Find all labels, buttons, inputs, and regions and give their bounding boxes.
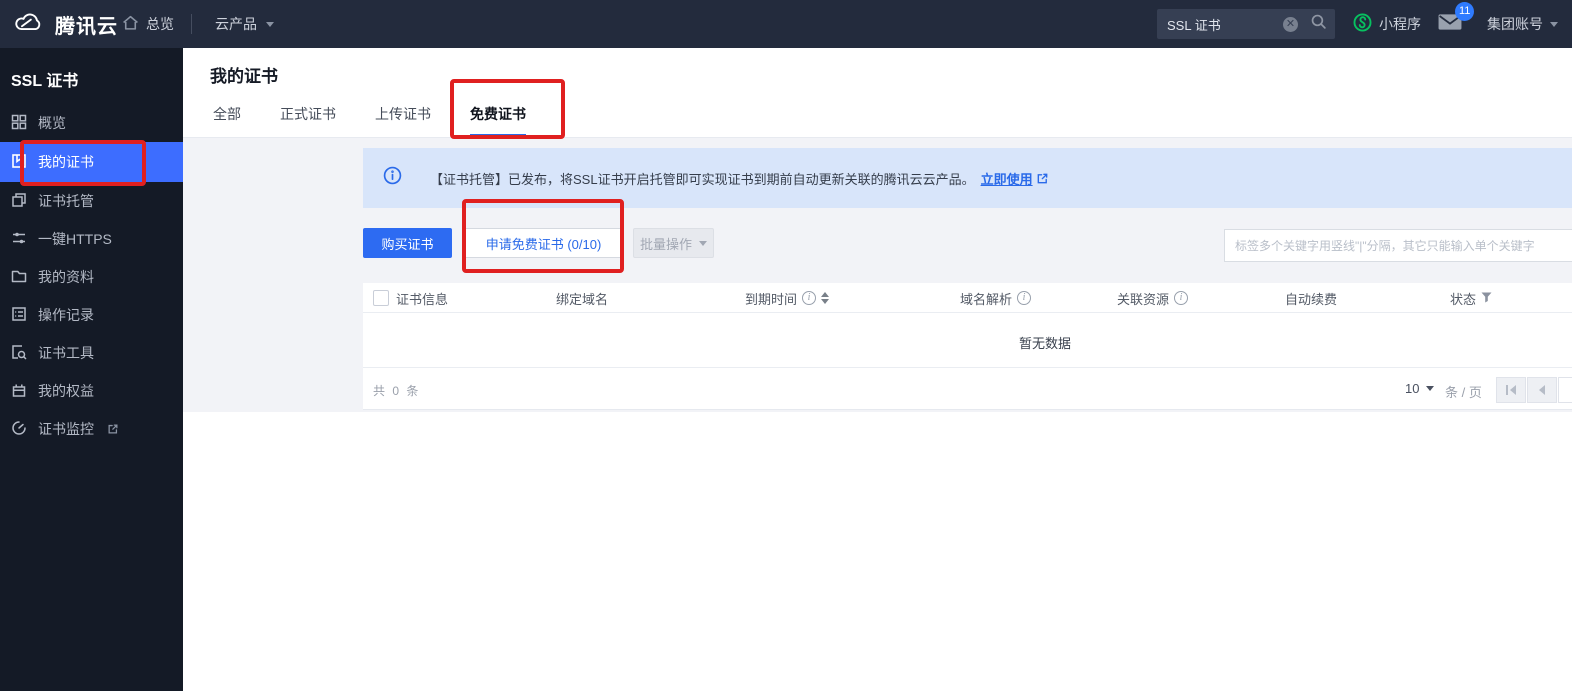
certificate-icon [11, 153, 27, 172]
global-search-box: ✕ [1157, 9, 1335, 39]
apply-free-certificate-button[interactable]: 申请免费证书 (0/10) [464, 228, 623, 258]
tab-free-certificates[interactable]: 免费证书 [470, 104, 526, 137]
account-menu[interactable]: 集团账号 [1487, 0, 1558, 48]
miniprogram-icon [1353, 13, 1372, 35]
sidebar-item-label: 我的证书 [38, 152, 94, 172]
certificates-table: 证书信息 绑定域名 到期时间 i 域名解析 i 关联资源 i 自动续费 [363, 283, 1572, 410]
column-expiry-time: 到期时间 i [745, 283, 829, 313]
empty-state-text: 暂无数据 [1019, 333, 1071, 352]
chevron-down-icon [1550, 22, 1558, 27]
sidebar-item-my-benefits[interactable]: 我的权益 [0, 372, 183, 410]
page-number-input[interactable] [1558, 377, 1572, 403]
banner-use-now-link[interactable]: 立即使用 [981, 169, 1033, 188]
previous-page-button[interactable] [1527, 377, 1557, 403]
info-banner: 【证书托管】已发布，将SSL证书开启托管即可实现证书到期前自动更新关联的腾讯云云… [363, 148, 1572, 208]
first-page-button[interactable] [1496, 377, 1526, 403]
info-icon[interactable]: i [1174, 291, 1188, 305]
sidebar-item-label: 我的资料 [38, 267, 94, 287]
column-domain-resolution: 域名解析 i [960, 283, 1031, 313]
message-count-badge: 11 [1455, 2, 1474, 21]
sliders-icon [11, 230, 27, 249]
sidebar-item-label: 概览 [38, 113, 66, 133]
global-search-input[interactable] [1167, 17, 1283, 32]
filter-funnel-icon[interactable] [1481, 291, 1492, 306]
sidebar-item-one-click-https[interactable]: 一键HTTPS [0, 220, 183, 258]
chevron-down-icon [699, 241, 707, 246]
column-associated-resources: 关联资源 i [1117, 283, 1188, 313]
chevron-down-icon [266, 22, 274, 27]
total-count-text: 共 0 条 [373, 382, 420, 399]
sidebar-title: SSL 证书 [0, 48, 183, 91]
sidebar-item-label: 证书工具 [38, 343, 94, 363]
sidebar-item-cert-monitor[interactable]: 证书监控 [0, 410, 183, 448]
tencent-cloud-console: 腾讯云 总览 云产品 ✕ [0, 0, 1572, 691]
column-status: 状态 [1450, 283, 1492, 313]
tab-paid-certificates[interactable]: 正式证书 [280, 104, 336, 137]
page-header: 我的证书 全部 正式证书 上传证书 免费证书 [183, 48, 1572, 138]
banner-message: 【证书托管】已发布，将SSL证书开启托管即可实现证书到期前自动更新关联的腾讯云云… [430, 169, 975, 188]
clear-search-icon[interactable]: ✕ [1283, 17, 1298, 32]
hosting-icon [11, 192, 27, 211]
pagination-bar: 共 0 条 10 条 / 页 [363, 368, 1572, 410]
info-icon[interactable]: i [802, 291, 816, 305]
page-size-value: 10 [1405, 381, 1419, 396]
column-auto-renewal: 自动续费 [1285, 283, 1337, 313]
select-all-checkbox[interactable] [373, 290, 389, 306]
home-icon [122, 14, 139, 34]
sidebar-item-label: 一键HTTPS [38, 229, 112, 249]
miniprogram-entry[interactable]: 小程序 [1353, 0, 1421, 48]
sidebar-item-label: 我的权益 [38, 381, 94, 401]
sidebar-item-label: 证书托管 [38, 191, 94, 211]
batch-operation-label: 批量操作 [640, 234, 692, 253]
per-page-label: 条 / 页 [1445, 382, 1482, 401]
tab-bar: 全部 正式证书 上传证书 免费证书 [213, 104, 565, 137]
nav-overview[interactable]: 总览 [122, 0, 174, 48]
batch-operation-button[interactable]: 批量操作 [633, 228, 714, 258]
nav-products-dropdown[interactable]: 云产品 [215, 0, 274, 48]
sidebar-item-operation-log[interactable]: 操作记录 [0, 296, 183, 334]
sidebar-item-my-profile[interactable]: 我的资料 [0, 258, 183, 296]
column-cert-info: 证书信息 [396, 283, 448, 313]
sort-icon[interactable] [821, 292, 829, 304]
sidebar-item-label: 证书监控 [38, 419, 94, 439]
sidebar-item-my-certificates[interactable]: 我的证书 [0, 142, 183, 182]
top-navigation-bar: 腾讯云 总览 云产品 ✕ [0, 0, 1572, 48]
sidebar-item-cert-tools[interactable]: 证书工具 [0, 334, 183, 372]
tag-filter-input[interactable] [1224, 229, 1572, 262]
folder-icon [11, 268, 27, 287]
buy-certificate-button[interactable]: 购买证书 [363, 228, 452, 258]
external-link-icon [1036, 172, 1049, 185]
tools-icon [11, 344, 27, 363]
tab-uploaded-certificates[interactable]: 上传证书 [375, 104, 431, 137]
external-link-icon [107, 423, 119, 435]
account-label: 集团账号 [1487, 14, 1543, 34]
top-nav-divider [191, 14, 192, 34]
sidebar-item-cert-hosting[interactable]: 证书托管 [0, 182, 183, 220]
nav-products-label: 云产品 [215, 14, 257, 34]
sidebar: SSL 证书 概览 我的证书 [0, 48, 183, 691]
nav-overview-label: 总览 [146, 14, 174, 34]
page-size-select[interactable]: 10 [1405, 381, 1434, 396]
tab-all[interactable]: 全部 [213, 104, 241, 137]
brand-logo[interactable]: 腾讯云 [12, 0, 118, 48]
chevron-down-icon [1426, 386, 1434, 391]
grid-icon [11, 114, 27, 133]
brand-name: 腾讯云 [55, 10, 118, 39]
tencent-cloud-logo-icon [12, 10, 46, 39]
sidebar-item-overview[interactable]: 概览 [0, 104, 183, 142]
page-title: 我的证书 [210, 62, 278, 87]
info-icon[interactable]: i [1017, 291, 1031, 305]
search-icon[interactable] [1310, 13, 1327, 35]
sidebar-item-label: 操作记录 [38, 305, 94, 325]
info-icon [383, 166, 402, 190]
column-bound-domain: 绑定域名 [556, 283, 608, 313]
monitor-gauge-icon [11, 420, 27, 439]
messages-entry[interactable]: 11 [1438, 0, 1462, 48]
benefits-icon [11, 382, 27, 401]
table-empty-row: 暂无数据 [363, 313, 1572, 368]
miniprogram-label: 小程序 [1379, 14, 1421, 34]
table-header-row: 证书信息 绑定域名 到期时间 i 域名解析 i 关联资源 i 自动续费 [363, 283, 1572, 313]
records-icon [11, 306, 27, 325]
